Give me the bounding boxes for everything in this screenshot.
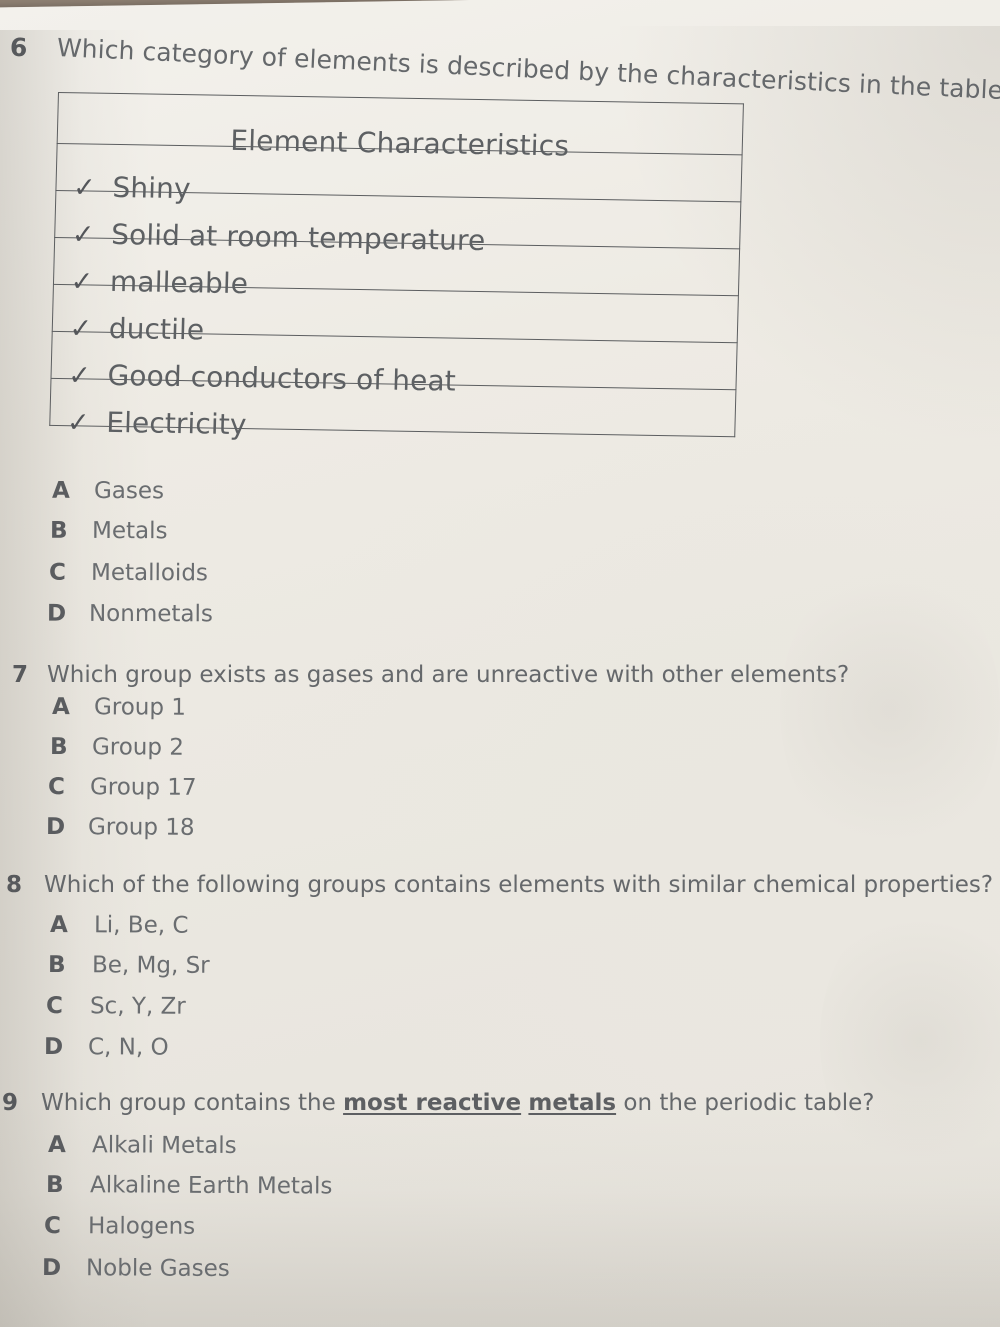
table-row: ✓ Electricity	[49, 378, 736, 441]
option-letter: C	[47, 774, 65, 801]
question-9-option-b[interactable]: B Alkaline Earth Metals	[46, 1172, 333, 1199]
question-9-number: 9	[2, 1090, 19, 1116]
question-9-option-d[interactable]: D Noble Gases	[42, 1255, 230, 1282]
option-text: Group 18	[87, 814, 195, 841]
question-6-number: 6	[9, 32, 28, 63]
element-characteristics-table-wrapper: Element Characteristics ✓ Shiny ✓ Solid at…	[48, 92, 744, 485]
question-9-emphasis-2: metals	[528, 1090, 617, 1116]
option-letter: D	[45, 814, 66, 841]
question-9-text-before: Which group contains the	[41, 1090, 344, 1116]
option-letter: D	[46, 600, 67, 627]
question-9-text-after: on the periodic table?	[616, 1090, 875, 1116]
option-text: Group 17	[89, 774, 197, 801]
worksheet-content: 6 Which category of elements is describe…	[0, 0, 1000, 1327]
question-6-option-a[interactable]: A Gases	[52, 478, 164, 504]
option-letter: C	[43, 1213, 61, 1240]
question-8-option-a[interactable]: A Li, Be, C	[50, 912, 189, 939]
question-6-option-b[interactable]: B Metals	[50, 518, 168, 545]
option-text: Li, Be, C	[93, 912, 189, 939]
option-letter: C	[45, 993, 63, 1020]
paper-blotch	[780, 560, 1000, 860]
option-text: Metalloids	[90, 559, 208, 587]
option-letter: D	[43, 1034, 64, 1061]
option-letter: B	[49, 734, 68, 761]
table-cell: ✓ Electricity	[49, 378, 736, 441]
option-text: Gases	[93, 477, 165, 505]
question-7-option-d[interactable]: D Group 18	[46, 814, 195, 841]
element-characteristics-table: Element Characteristics ✓ Shiny ✓ Solid at…	[49, 92, 744, 441]
question-9-text: Which group contains the most reactive m…	[41, 1090, 874, 1116]
question-8-text: Which of the following groups contains e…	[44, 872, 994, 898]
question-8-option-c[interactable]: C Sc, Y, Zr	[46, 993, 186, 1020]
question-6-option-c[interactable]: C Metalloids	[49, 560, 208, 587]
option-text: Alkali Metals	[91, 1132, 237, 1159]
option-text: Metals	[91, 517, 168, 545]
option-text: Noble Gases	[85, 1255, 230, 1282]
option-letter: A	[49, 912, 68, 939]
option-text: Halogens	[87, 1213, 196, 1240]
question-9-option-c[interactable]: C Halogens	[44, 1213, 195, 1240]
question-6-option-d[interactable]: D Nonmetals	[47, 601, 213, 628]
question-9-emphasis-1: most reactive	[343, 1090, 522, 1116]
option-text: Be, Mg, Sr	[91, 952, 210, 979]
option-text: Sc, Y, Zr	[89, 993, 186, 1020]
table-cell-inner: ✓ Electricity	[50, 405, 735, 449]
option-letter: B	[47, 952, 66, 979]
option-letter: A	[51, 694, 70, 721]
option-letter: C	[48, 559, 66, 586]
option-letter: A	[47, 1132, 66, 1159]
paper-blotch	[820, 900, 1000, 1180]
paper-shadow-bottom	[0, 1097, 1000, 1327]
question-7-number: 7	[12, 662, 29, 688]
question-8-option-b[interactable]: B Be, Mg, Sr	[48, 952, 210, 979]
option-letter: A	[51, 477, 70, 504]
option-text: Group 1	[93, 694, 187, 721]
option-text: C, N, O	[87, 1034, 169, 1061]
option-text: Alkaline Earth Metals	[89, 1172, 333, 1200]
question-7-option-b[interactable]: B Group 2	[50, 734, 184, 761]
check-icon: ✓	[66, 407, 90, 439]
question-7-option-a[interactable]: A Group 1	[52, 694, 186, 721]
option-letter: B	[45, 1172, 64, 1199]
worksheet-photo: 6 Which category of elements is describe…	[0, 0, 1000, 1327]
question-8-number: 8	[6, 872, 23, 898]
question-7-option-c[interactable]: C Group 17	[48, 774, 197, 801]
option-text: Group 2	[91, 734, 185, 761]
option-text: Nonmetals	[88, 600, 213, 628]
question-9-option-a[interactable]: A Alkali Metals	[48, 1132, 237, 1159]
option-letter: B	[49, 517, 68, 544]
table-row-label: Electricity	[105, 405, 247, 442]
question-7-text: Which group exists as gases and are unre…	[47, 662, 850, 688]
question-8-option-d[interactable]: D C, N, O	[44, 1034, 169, 1061]
option-letter: D	[41, 1255, 62, 1282]
